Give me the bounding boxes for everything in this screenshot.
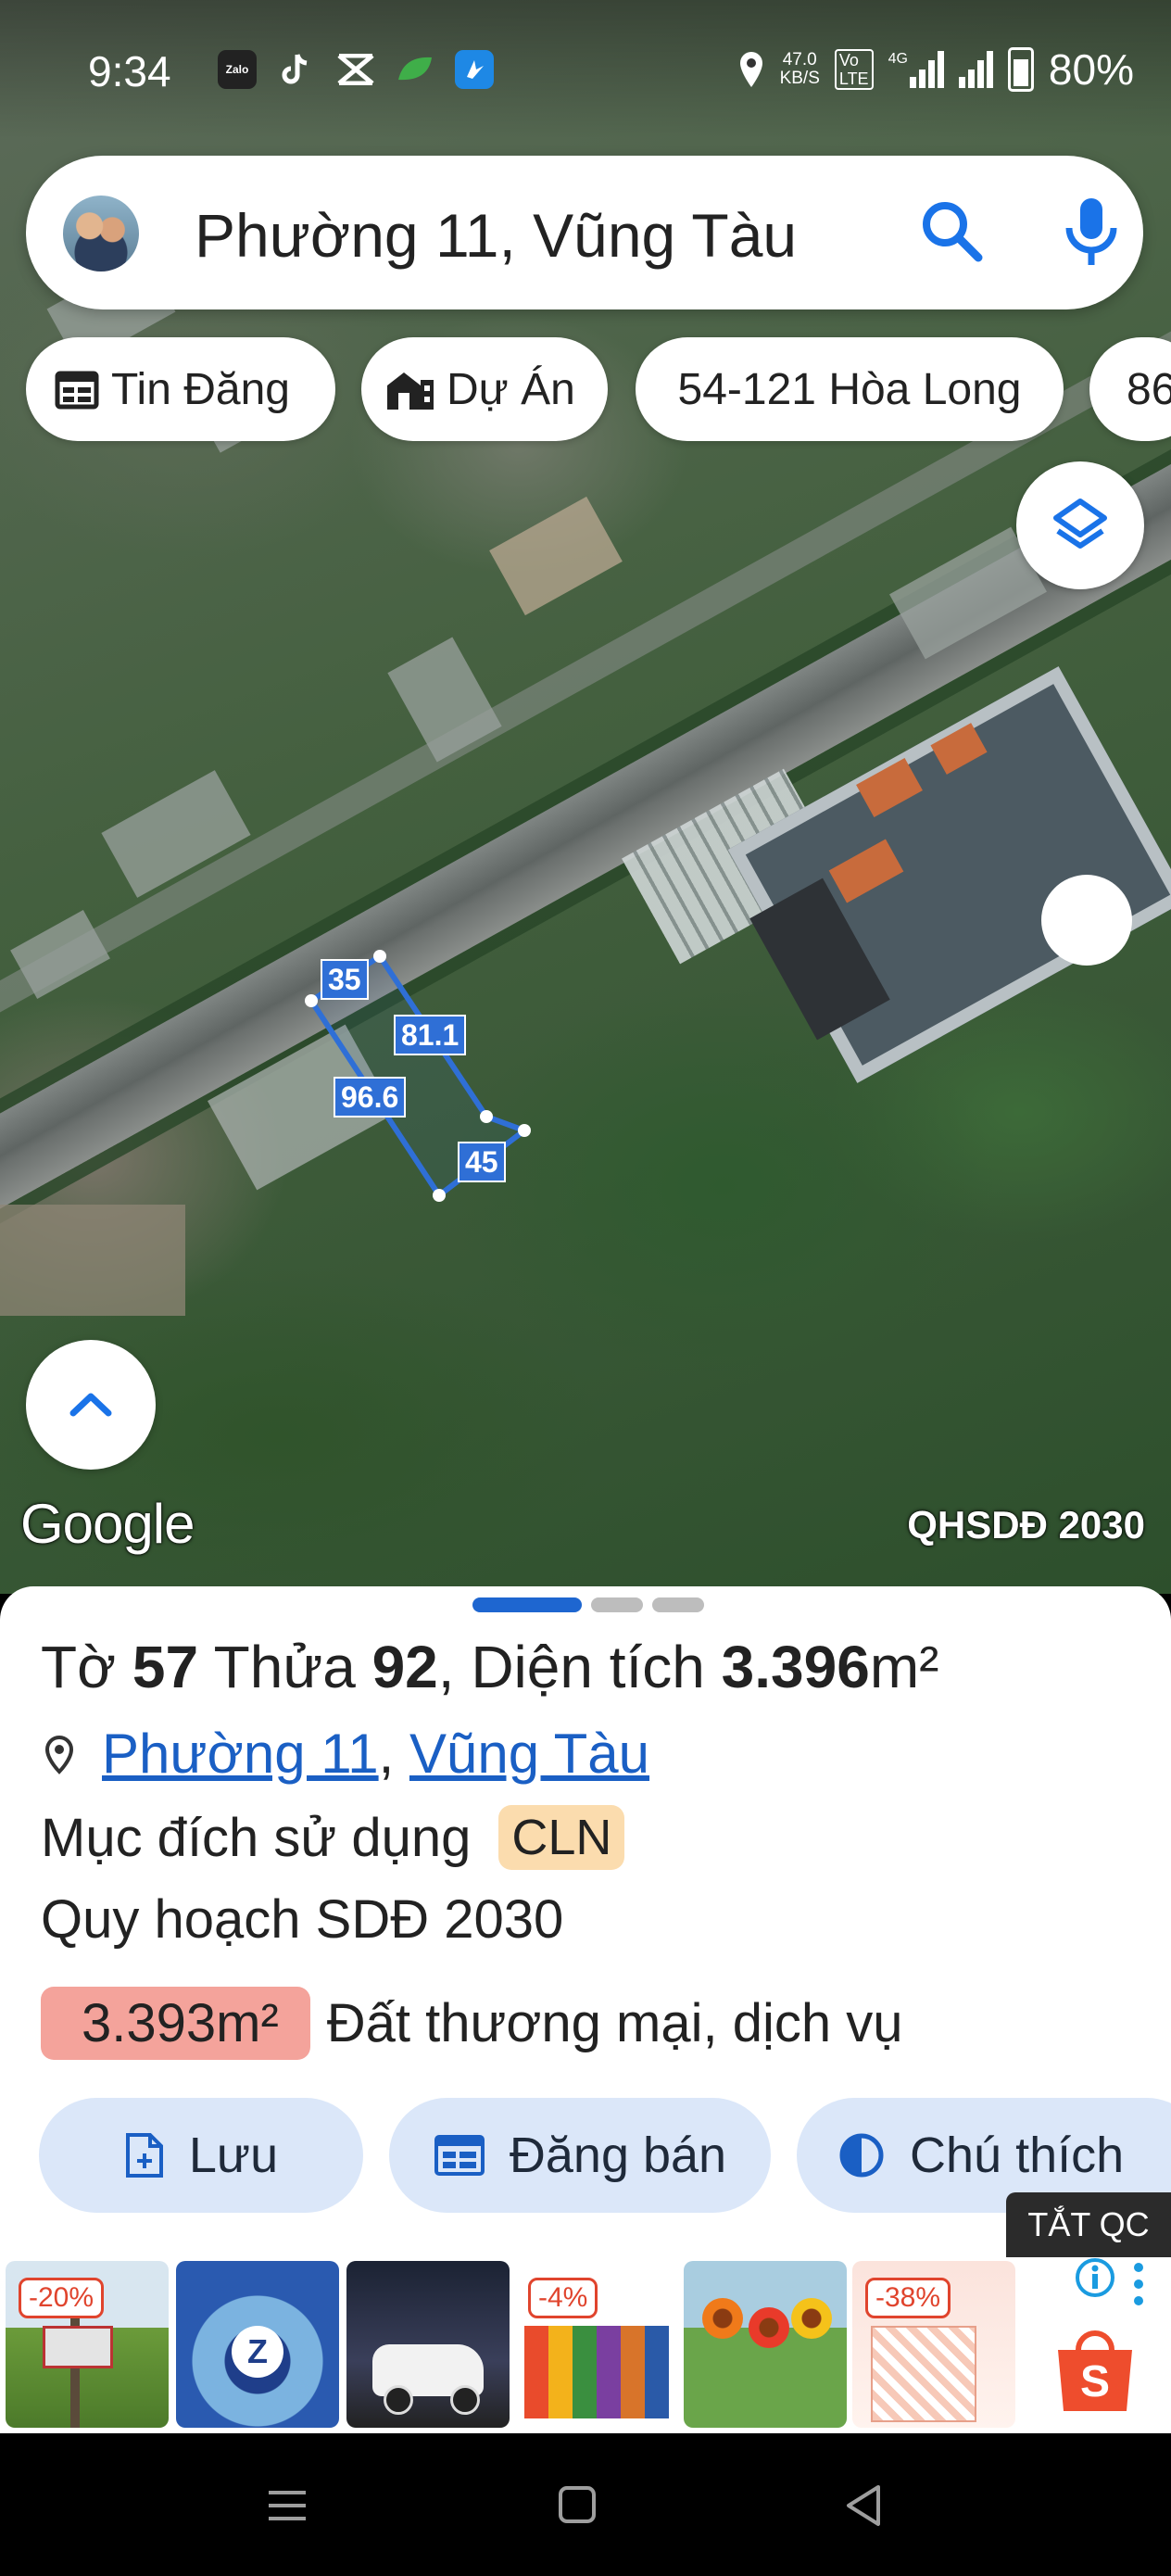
- svg-text:S: S: [1080, 2357, 1110, 2406]
- ward-link[interactable]: Phường 11: [102, 1722, 379, 1786]
- search-query[interactable]: Phường 11, Vũng Tàu: [195, 200, 797, 271]
- sheet-pager[interactable]: [472, 1597, 704, 1612]
- search-bar[interactable]: Phường 11, Vũng Tàu: [26, 156, 1143, 309]
- network-speed: 47.0 KB/S: [779, 50, 820, 88]
- plan-row: 3.393m² Đất thương mại, dịch vụ: [41, 1987, 902, 2060]
- search-icon[interactable]: [915, 195, 989, 269]
- signal-1: 4G: [888, 51, 944, 88]
- battery-level: 80%: [1048, 45, 1134, 94]
- layers-icon: [1053, 499, 1107, 549]
- layers-button[interactable]: [1016, 461, 1144, 589]
- post-sale-button[interactable]: Đăng bán: [389, 2098, 771, 2213]
- chip-tin-dang[interactable]: Tin Đăng: [26, 337, 335, 441]
- pager-dot[interactable]: [472, 1597, 582, 1612]
- messenger-icon: [455, 50, 494, 89]
- parcel-edge-label: 45: [458, 1142, 506, 1182]
- avatar[interactable]: [63, 196, 139, 271]
- status-right: 47.0 KB/S Vo LTE 4G 80%: [737, 44, 1134, 95]
- city-link[interactable]: Vũng Tàu: [409, 1722, 649, 1786]
- back-icon[interactable]: [843, 2483, 884, 2528]
- chip-du-an[interactable]: Dự Án: [361, 337, 608, 441]
- parcel-info-sheet[interactable]: Tờ 57 Thửa 92, Diện tích 3.396m² Phường …: [0, 1586, 1171, 2263]
- building-icon: [387, 373, 434, 410]
- parcel-edge-label: 96.6: [334, 1077, 407, 1118]
- parcel-title: Tờ 57 Thửa 92, Diện tích 3.396m²: [41, 1634, 939, 1700]
- location-pin-icon: [44, 1735, 74, 1774]
- expand-sheet-button[interactable]: [26, 1340, 156, 1470]
- chip-location[interactable]: 54-121 Hòa Long: [636, 337, 1064, 441]
- discount-badge: -38%: [865, 2278, 951, 2318]
- home-icon[interactable]: [558, 2485, 597, 2524]
- volte-badge: Vo LTE: [834, 49, 874, 90]
- chip-label: Dự Án: [447, 364, 575, 414]
- battery-icon: [1007, 47, 1034, 92]
- bare-lot: [489, 496, 623, 616]
- ad-thumb[interactable]: -4%: [515, 2261, 678, 2428]
- app-icon: [336, 50, 375, 89]
- listing-icon: [434, 2135, 485, 2176]
- notification-icons: Zalo: [218, 50, 494, 89]
- google-logo: Google: [20, 1493, 195, 1555]
- usage-code-badge: CLN: [498, 1805, 625, 1870]
- zalo-icon: Zalo: [218, 50, 257, 89]
- pager-dot[interactable]: [591, 1597, 643, 1612]
- parcel-edge-label: 81.1: [394, 1015, 467, 1055]
- discount-badge: -4%: [528, 2278, 598, 2318]
- ad-thumb[interactable]: -20%: [6, 2261, 169, 2428]
- map-layer-name: QHSDĐ 2030: [907, 1503, 1145, 1547]
- chip-label: 86: [1127, 364, 1171, 414]
- tiktok-icon: [277, 50, 316, 89]
- calendar-icon: [55, 371, 99, 410]
- microphone-icon[interactable]: [1054, 193, 1128, 271]
- chip-label: Tin Đăng: [111, 364, 290, 414]
- recent-apps-icon[interactable]: [267, 2489, 308, 2522]
- leaf-icon: [396, 50, 434, 89]
- ad-info-icon[interactable]: [1075, 2257, 1115, 2298]
- ad-thumb[interactable]: Z: [176, 2261, 339, 2428]
- plan-use: Đất thương mại, dịch vụ: [326, 1993, 903, 2053]
- clock: 9:34: [88, 47, 171, 95]
- status-bar: 9:34 Zalo 47.0 KB/S Vo LTE 4G 80%: [0, 0, 1171, 139]
- usage-row: Mục đích sử dụng CLN: [41, 1805, 625, 1870]
- discount-badge: -20%: [19, 2278, 105, 2318]
- plan-label: Quy hoạch SDĐ 2030: [41, 1889, 564, 1950]
- signal-2: [958, 51, 993, 88]
- ad-thumb[interactable]: -38%: [852, 2261, 1015, 2428]
- save-icon: [125, 2133, 163, 2178]
- pager-dot[interactable]: [652, 1597, 704, 1612]
- shopping-bag-icon[interactable]: S: [1051, 2322, 1140, 2415]
- location-icon: [739, 52, 762, 87]
- ad-thumb[interactable]: [346, 2261, 510, 2428]
- compass-button[interactable]: [1041, 875, 1132, 966]
- save-button[interactable]: Lưu: [39, 2098, 363, 2213]
- chip-label: 54-121 Hòa Long: [677, 364, 1022, 414]
- parcel-edge-label: 35: [321, 959, 369, 1000]
- parcel-address: Phường 11, Vũng Tàu: [41, 1722, 649, 1786]
- legend-icon: [839, 2133, 884, 2178]
- chevron-up-icon: [69, 1393, 112, 1417]
- bare-lot: [0, 1205, 185, 1316]
- plan-area-badge: 3.393m²: [41, 1987, 310, 2060]
- ad-menu-icon[interactable]: [1132, 2261, 1145, 2307]
- ad-thumb[interactable]: [684, 2261, 847, 2428]
- close-ads-button[interactable]: TẮT QC: [1006, 2192, 1171, 2257]
